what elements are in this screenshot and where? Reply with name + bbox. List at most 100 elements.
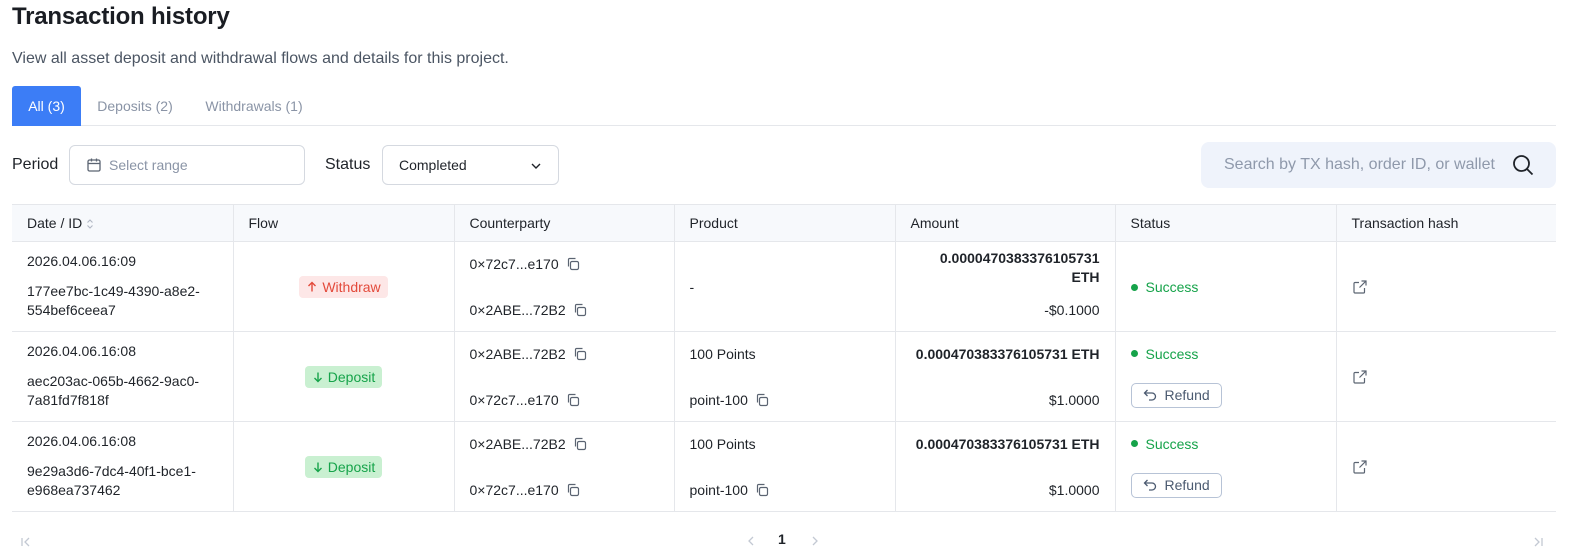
refund-label: Refund	[1164, 387, 1210, 403]
flow-cell: Withdraw	[233, 241, 455, 332]
counterparty-cell: 0×2ABE...72B2 0×72c7...e170	[454, 421, 675, 512]
product-name: 100 Points	[689, 435, 756, 452]
status-dot	[1130, 350, 1138, 357]
counterparty-address: 0×2ABE...72B2	[469, 301, 566, 318]
amount-crypto: 0.000470383376105731 ETH	[915, 435, 1100, 452]
page-subtitle: View all asset deposit and withdrawal fl…	[12, 50, 509, 67]
search-input[interactable]	[1201, 142, 1501, 188]
undo-icon	[1143, 389, 1156, 401]
transaction-id: 177ee7bc-1c49-4390-a8e2-554bef6ceea7	[27, 283, 200, 318]
period-range-picker[interactable]: Select range	[69, 145, 305, 185]
product-cell: -	[674, 241, 896, 332]
tx-hash-cell	[1336, 331, 1556, 422]
copy-icon[interactable]	[754, 392, 770, 408]
status-dot	[1130, 440, 1138, 447]
amount-usd: $1.0000	[1048, 391, 1100, 408]
undo-icon	[1143, 479, 1156, 491]
search-box	[1201, 142, 1556, 188]
period-placeholder: Select range	[109, 157, 188, 173]
status-badge: Success	[1130, 435, 1199, 452]
column-header-flow: Flow	[233, 204, 455, 242]
amount-usd: -$0.1000	[1044, 301, 1100, 318]
counterparty-cell: 0×2ABE...72B2 0×72c7...e170	[454, 331, 675, 422]
product-name: 100 Points	[689, 345, 756, 362]
tab-bar: All (3) Deposits (2) Withdrawals (1)	[12, 86, 1556, 126]
product-empty: -	[689, 278, 695, 295]
transaction-date: 2026.04.06.16:08	[27, 433, 136, 449]
flow-label: Deposit	[327, 458, 376, 475]
tab-deposits[interactable]: Deposits (2)	[88, 86, 182, 126]
copy-icon[interactable]	[572, 346, 588, 362]
chevron-left-icon[interactable]	[746, 535, 756, 547]
table-row: 2026.04.06.16:08 9e29a3d6-7dc4-40f1-bce1…	[12, 421, 1556, 512]
arrow-down-icon	[313, 462, 322, 472]
product-cell: 100 Points point-100	[674, 421, 896, 512]
external-link-icon[interactable]	[1352, 279, 1368, 295]
sort-icon[interactable]	[86, 218, 94, 230]
copy-icon[interactable]	[572, 302, 588, 318]
status-filter-label: Status	[325, 156, 371, 173]
search-icon[interactable]	[1512, 154, 1534, 176]
transaction-id: aec203ac-065b-4662-9ac0-7a81fd7f818f	[27, 373, 200, 408]
tab-all[interactable]: All (3)	[12, 86, 81, 126]
status-cell: Success Refund	[1115, 331, 1337, 422]
refund-label: Refund	[1164, 477, 1210, 493]
arrow-up-icon	[308, 281, 317, 291]
status-label: Success	[1145, 345, 1199, 362]
refund-button[interactable]: Refund	[1130, 472, 1222, 498]
counterparty-address: 0×72c7...e170	[469, 481, 559, 498]
copy-icon[interactable]	[565, 392, 581, 408]
status-select[interactable]: Completed	[382, 145, 559, 185]
table-header-row: Date / ID Flow Counterparty Product Amou…	[12, 204, 1556, 242]
column-header-status: Status	[1115, 204, 1337, 242]
tab-withdrawals[interactable]: Withdrawals (1)	[198, 86, 310, 126]
chevron-down-icon	[531, 163, 541, 169]
status-label: Success	[1145, 279, 1199, 296]
counterparty-address: 0×2ABE...72B2	[469, 435, 566, 452]
transaction-date: 2026.04.06.16:08	[27, 343, 136, 359]
flow-cell: Deposit	[233, 331, 455, 422]
column-header-tx-hash: Transaction hash	[1336, 204, 1556, 242]
copy-icon[interactable]	[565, 482, 581, 498]
pagination: 1	[0, 530, 1593, 552]
column-header-date-id-label: Date / ID	[27, 215, 83, 231]
status-label: Success	[1145, 435, 1199, 452]
counterparty-address: 0×2ABE...72B2	[469, 345, 566, 362]
date-id-cell: 2026.04.06.16:09 177ee7bc-1c49-4390-a8e2…	[12, 241, 234, 332]
first-page-icon[interactable]	[20, 536, 32, 548]
flow-badge-deposit: Deposit	[304, 455, 383, 478]
current-page[interactable]: 1	[778, 531, 786, 547]
tx-hash-cell	[1336, 241, 1556, 332]
arrow-down-icon	[313, 372, 322, 382]
flow-label: Withdraw	[322, 278, 381, 295]
copy-icon[interactable]	[754, 482, 770, 498]
external-link-icon[interactable]	[1352, 459, 1368, 475]
status-select-value: Completed	[399, 157, 467, 173]
flow-badge-deposit: Deposit	[304, 365, 383, 388]
date-id-cell: 2026.04.06.16:08 aec203ac-065b-4662-9ac0…	[12, 331, 234, 422]
amount-cell: 0.000470383376105731 ETH $1.0000	[895, 331, 1116, 422]
last-page-icon[interactable]	[1532, 536, 1544, 548]
chevron-right-icon[interactable]	[810, 535, 820, 547]
amount-usd: $1.0000	[1048, 481, 1100, 498]
calendar-icon	[87, 158, 101, 172]
external-link-icon[interactable]	[1352, 369, 1368, 385]
counterparty-address: 0×72c7...e170	[469, 255, 559, 272]
column-header-product: Product	[674, 204, 896, 242]
amount-cell: 0.000470383376105731 ETH $1.0000	[895, 421, 1116, 512]
counterparty-cell: 0×72c7...e170 0×2ABE...72B2	[454, 241, 675, 332]
table-row: 2026.04.06.16:08 aec203ac-065b-4662-9ac0…	[12, 331, 1556, 422]
column-header-amount: Amount	[895, 204, 1116, 242]
product-cell: 100 Points point-100	[674, 331, 896, 422]
flow-label: Deposit	[327, 368, 376, 385]
status-dot	[1130, 283, 1138, 291]
amount-crypto: 0.0000470383376105731 ETH	[939, 249, 1100, 285]
column-header-date-id[interactable]: Date / ID	[12, 204, 234, 242]
refund-button[interactable]: Refund	[1130, 382, 1222, 408]
copy-icon[interactable]	[572, 436, 588, 452]
status-badge: Success	[1130, 345, 1199, 362]
copy-icon[interactable]	[565, 256, 581, 272]
column-header-counterparty: Counterparty	[454, 204, 675, 242]
amount-cell: 0.0000470383376105731 ETH -$0.1000	[895, 241, 1116, 332]
date-id-cell: 2026.04.06.16:08 9e29a3d6-7dc4-40f1-bce1…	[12, 421, 234, 512]
